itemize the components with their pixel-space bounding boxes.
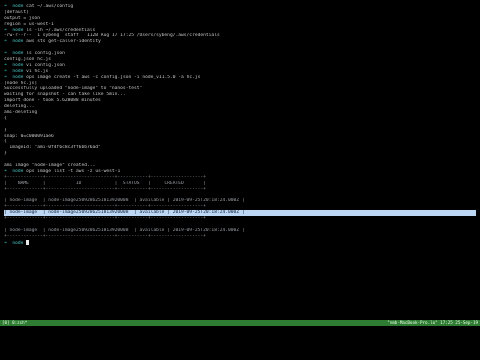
status-left: [0] 0:zsh*	[2, 320, 28, 325]
prompt-command: cat ~/.aws/config	[26, 4, 74, 9]
prompt-directory: node	[12, 68, 24, 74]
prompt-command: vi config.json	[26, 62, 65, 68]
terminal-window[interactable]: ➜ node cat ~/.aws/config [default] output …	[4, 4, 476, 316]
prompt-command: vi hc.js	[26, 68, 49, 74]
tmux-status-bar: [0] 0:zsh* "nmb-MacBook-Pro.lo" 17:25 25…	[0, 320, 480, 326]
prompt-directory: node	[12, 27, 24, 33]
prompt-directory: node	[12, 51, 24, 57]
status-right: "nmb-MacBook-Pro.lo" 17:25 25-Sep-19	[387, 320, 478, 325]
prompt-line: ➜ node	[4, 239, 476, 246]
prompt-command: ls config.json	[26, 51, 65, 57]
prompt-directory: node	[12, 39, 24, 45]
prompt-command: ls -lh ~/.aws/credentials	[26, 27, 96, 33]
prompt-command: aws sts get-caller-identity	[26, 39, 101, 45]
prompt-directory: node	[12, 4, 24, 9]
prompt-directory: node	[12, 240, 24, 246]
prompt-directory: node	[12, 62, 24, 68]
text-cursor[interactable]	[26, 239, 30, 245]
prompt-command: ops image list -t aws -z us-west-1	[26, 168, 121, 174]
prompt-command: ops image create -t aws -c config.json -…	[26, 74, 201, 80]
prompt-directory: node	[12, 168, 24, 174]
prompt-directory: node	[12, 74, 24, 80]
